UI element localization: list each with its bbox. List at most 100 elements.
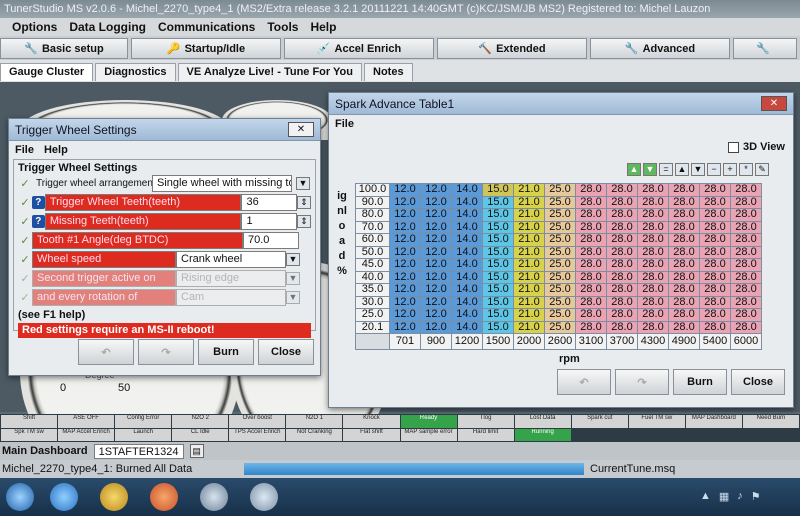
table-cell[interactable]: 12.0	[389, 295, 421, 309]
start-icon[interactable]	[6, 483, 34, 511]
table-cell[interactable]: 28.0	[575, 208, 607, 222]
table-cell[interactable]: 25.0	[544, 283, 576, 297]
table-cell[interactable]: 21.0	[513, 245, 545, 259]
menu-data-logging[interactable]: Data Logging	[69, 18, 146, 36]
table-cell[interactable]: 15.0	[482, 308, 514, 322]
arrangement-select[interactable]: Single wheel with missing tooth	[152, 174, 292, 192]
table-cell[interactable]: 28.0	[606, 245, 638, 259]
app-icon[interactable]	[200, 483, 228, 511]
table-cell[interactable]: 28.0	[637, 258, 669, 272]
table-cell[interactable]: 12.0	[420, 320, 452, 334]
table-cell[interactable]: 21.0	[513, 320, 545, 334]
extended-button[interactable]: 🔨 Extended	[437, 38, 587, 59]
table-cell[interactable]: 28.0	[730, 208, 762, 222]
table-cell[interactable]: 28.0	[730, 220, 762, 234]
table-cell[interactable]: 28.0	[668, 183, 700, 197]
help-icon[interactable]: ?	[31, 215, 45, 228]
advanced-button[interactable]: 🔧 Advanced	[590, 38, 730, 59]
table-cell[interactable]: 28.0	[575, 308, 607, 322]
table-cell[interactable]: 28.0	[637, 220, 669, 234]
table-cell[interactable]: 28.0	[575, 258, 607, 272]
table-cell[interactable]: 25.0	[544, 183, 576, 197]
table-cell[interactable]: 21.0	[513, 258, 545, 272]
table-cell[interactable]: 28.0	[699, 270, 731, 284]
close-button[interactable]: Close	[258, 339, 314, 365]
table-cell[interactable]: 28.0	[730, 283, 762, 297]
table-cell[interactable]: 28.0	[699, 320, 731, 334]
table-cell[interactable]: 28.0	[606, 295, 638, 309]
load-bin[interactable]: 35.0	[355, 283, 390, 297]
menu-help[interactable]: Help	[44, 141, 68, 159]
table-cell[interactable]: 12.0	[389, 208, 421, 222]
view-3d-toggle[interactable]: 3D View	[728, 141, 785, 153]
table-cell[interactable]: 25.0	[544, 220, 576, 234]
tab-notes[interactable]: Notes	[364, 63, 413, 81]
load-bin[interactable]: 40.0	[355, 270, 390, 284]
more-button[interactable]: 🔧	[733, 38, 797, 59]
plus-icon[interactable]: +	[723, 163, 737, 176]
table-cell[interactable]: 28.0	[699, 308, 731, 322]
burn-button[interactable]: Burn	[198, 339, 254, 365]
load-bin[interactable]: 20.1	[355, 320, 390, 334]
table-cell[interactable]: 15.0	[482, 208, 514, 222]
load-bin[interactable]: 50.0	[355, 245, 390, 259]
flag-icon[interactable]: ⚑	[751, 490, 761, 504]
table-cell[interactable]: 28.0	[668, 320, 700, 334]
table-cell[interactable]: 12.0	[420, 245, 452, 259]
table-cell[interactable]: 28.0	[575, 183, 607, 197]
table-cell[interactable]: 15.0	[482, 270, 514, 284]
undo-icon[interactable]: ↶	[557, 369, 611, 395]
rpm-bin[interactable]: 1200	[451, 333, 483, 350]
table-cell[interactable]: 14.0	[451, 195, 483, 209]
table-cell[interactable]: 12.0	[389, 183, 421, 197]
rpm-bin[interactable]: 6000	[730, 333, 762, 350]
table-cell[interactable]: 12.0	[420, 270, 452, 284]
table-cell[interactable]: 28.0	[668, 220, 700, 234]
table-cell[interactable]: 28.0	[637, 283, 669, 297]
table-cell[interactable]: 28.0	[637, 183, 669, 197]
close-button[interactable]: Close	[731, 369, 785, 395]
table-cell[interactable]: 28.0	[575, 320, 607, 334]
table-cell[interactable]: 28.0	[575, 195, 607, 209]
rpm-bin[interactable]: 4900	[668, 333, 700, 350]
teeth-input[interactable]: 36	[241, 194, 298, 211]
table-cell[interactable]: 15.0	[482, 258, 514, 272]
undo-icon[interactable]: ↶	[78, 339, 134, 365]
table-cell[interactable]: 28.0	[637, 245, 669, 259]
rpm-bin[interactable]: 900	[420, 333, 452, 350]
table-cell[interactable]: 21.0	[513, 308, 545, 322]
table-cell[interactable]: 28.0	[575, 283, 607, 297]
missing-teeth-input[interactable]: 1	[241, 213, 298, 230]
app-icon[interactable]	[250, 483, 278, 511]
accel-enrich-button[interactable]: 💉 Accel Enrich	[284, 38, 434, 59]
tray-arrow-icon[interactable]: ▲	[700, 490, 711, 504]
table-cell[interactable]: 25.0	[544, 320, 576, 334]
burn-button[interactable]: Burn	[673, 369, 727, 395]
pencil-icon[interactable]: ✎	[755, 163, 769, 176]
table-cell[interactable]: 12.0	[389, 308, 421, 322]
basic-setup-button[interactable]: 🔧 Basic setup	[0, 38, 128, 59]
table-cell[interactable]: 28.0	[668, 258, 700, 272]
rpm-bin[interactable]: 701	[389, 333, 421, 350]
folder-icon[interactable]	[100, 483, 128, 511]
table-cell[interactable]: 12.0	[389, 220, 421, 234]
table-cell[interactable]: 12.0	[389, 258, 421, 272]
table-cell[interactable]: 15.0	[482, 195, 514, 209]
table-cell[interactable]: 12.0	[420, 208, 452, 222]
rpm-bin[interactable]: 2000	[513, 333, 545, 350]
rpm-bin[interactable]: 3100	[575, 333, 607, 350]
table-cell[interactable]: 14.0	[451, 233, 483, 247]
redo-icon[interactable]: ↷	[615, 369, 669, 395]
table-cell[interactable]: 28.0	[606, 308, 638, 322]
table-cell[interactable]: 28.0	[575, 270, 607, 284]
chevron-down-icon[interactable]: ▼	[286, 291, 300, 304]
load-bin[interactable]: 70.0	[355, 220, 390, 234]
table-cell[interactable]: 14.0	[451, 270, 483, 284]
close-icon[interactable]: ✕	[288, 122, 314, 137]
multiply-icon[interactable]: *	[739, 163, 753, 176]
table-cell[interactable]: 12.0	[389, 283, 421, 297]
table-cell[interactable]: 28.0	[668, 233, 700, 247]
redo-icon[interactable]: ↷	[138, 339, 194, 365]
table-cell[interactable]: 12.0	[420, 283, 452, 297]
load-bin[interactable]: 100.0	[355, 183, 390, 197]
